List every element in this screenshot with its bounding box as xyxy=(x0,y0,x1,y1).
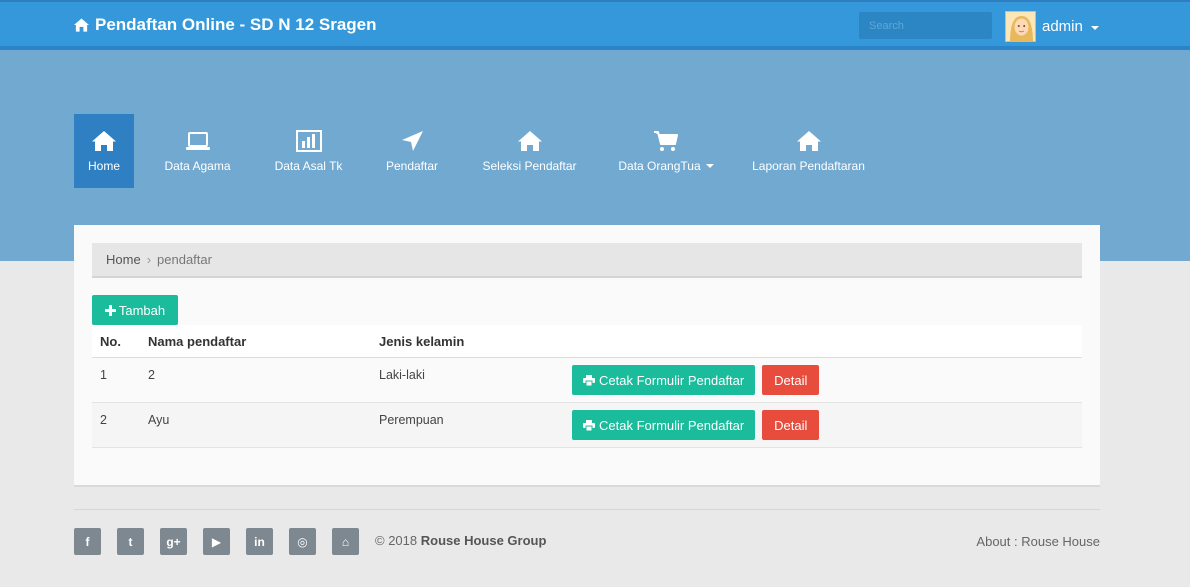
cell-nama: Ayu xyxy=(148,413,170,427)
nav-label: Data Asal Tk xyxy=(274,159,343,173)
content-card: Home › pendaftar Tambah No. Nama pendaft… xyxy=(74,225,1100,485)
plus-icon xyxy=(104,304,116,316)
pendaftar-table: No. Nama pendaftar Jenis kelamin 1 2 Lak… xyxy=(92,325,1082,448)
header-nama: Nama pendaftar xyxy=(148,333,247,349)
nav-pendaftar[interactable]: Pendaftar xyxy=(356,114,468,188)
home-icon xyxy=(92,131,116,151)
detail-button[interactable]: Detail xyxy=(762,365,820,395)
cetak-formulir-button[interactable]: Cetak Formulir Pendaftar xyxy=(572,410,756,440)
nav-label: Pendaftar xyxy=(385,159,439,173)
bar-chart-icon xyxy=(295,130,322,152)
home-icon xyxy=(517,131,542,151)
linkedin-icon[interactable]: in xyxy=(246,528,273,555)
brand-title: Pendaftan Online - SD N 12 Sragen xyxy=(95,15,377,34)
breadcrumb-current: pendaftar xyxy=(157,252,212,267)
social-links: f t g+ ▶ in ◎ ⌂ xyxy=(74,528,359,555)
nav-seleksi-pendaftar[interactable]: Seleksi Pendaftar xyxy=(468,114,591,188)
instagram-icon[interactable]: ◎ xyxy=(289,528,316,555)
chevron-down-icon xyxy=(705,164,714,168)
nav-label: Data OrangTua xyxy=(618,159,701,173)
cell-no: 2 xyxy=(100,413,107,427)
table-row: 1 2 Laki-laki Cetak Formulir Pendaftar D… xyxy=(92,358,1082,403)
location-arrow-icon xyxy=(402,131,423,151)
about-link[interactable]: About : Rouse House xyxy=(976,534,1100,549)
copyright-org: Rouse House Group xyxy=(420,533,547,548)
nav-label: Laporan Pendaftaran xyxy=(752,159,865,173)
print-icon xyxy=(583,374,595,386)
avatar xyxy=(1005,11,1036,42)
row-actions: Cetak Formulir Pendaftar Detail xyxy=(572,410,820,440)
print-icon xyxy=(583,419,595,431)
main-nav: Home Data Agama Data Asal Tk Pendaftar S… xyxy=(74,114,876,188)
home-icon xyxy=(796,131,821,151)
cell-jenis-kelamin: Perempuan xyxy=(379,413,444,427)
footer-divider xyxy=(74,509,1100,510)
nav-label: Home xyxy=(87,159,120,173)
search-input[interactable] xyxy=(859,12,992,39)
nav-data-asal-tk[interactable]: Data Asal Tk xyxy=(261,114,356,188)
row-actions: Cetak Formulir Pendaftar Detail xyxy=(572,365,820,395)
nav-data-agama[interactable]: Data Agama xyxy=(134,114,261,188)
header-jenis-kelamin: Jenis kelamin xyxy=(379,333,465,349)
nav-home[interactable]: Home xyxy=(74,114,134,188)
cetak-formulir-button[interactable]: Cetak Formulir Pendaftar xyxy=(572,365,756,395)
youtube-icon[interactable]: ▶ xyxy=(203,528,230,555)
cell-no: 1 xyxy=(100,368,107,382)
brand[interactable]: Pendaftan Online - SD N 12 Sragen xyxy=(74,15,377,35)
cetak-label: Cetak Formulir Pendaftar xyxy=(599,372,745,388)
nav-data-orangtua[interactable]: Data OrangTua xyxy=(591,114,741,188)
cell-jenis-kelamin: Laki-laki xyxy=(379,368,425,382)
nav-label-row: Data OrangTua xyxy=(618,159,714,173)
twitter-icon[interactable]: t xyxy=(117,528,144,555)
username: admin xyxy=(1042,18,1083,35)
home-icon xyxy=(74,18,89,32)
chevron-right-icon: › xyxy=(146,252,152,267)
facebook-icon[interactable]: f xyxy=(74,528,101,555)
table-header: No. Nama pendaftar Jenis kelamin xyxy=(92,325,1082,358)
cell-nama: 2 xyxy=(148,368,155,382)
cetak-label: Cetak Formulir Pendaftar xyxy=(599,417,745,433)
shopping-cart-icon xyxy=(654,131,678,151)
chevron-down-icon xyxy=(1090,25,1099,30)
copyright: © 2018 Rouse House Group xyxy=(375,533,546,548)
detail-button[interactable]: Detail xyxy=(762,410,820,440)
header-no: No. xyxy=(100,333,121,349)
nav-label: Data Agama xyxy=(164,159,231,173)
top-navbar: Pendaftan Online - SD N 12 Sragen admin xyxy=(0,0,1190,50)
nav-label: Seleksi Pendaftar xyxy=(482,159,577,173)
breadcrumb: Home › pendaftar xyxy=(92,243,1082,276)
nav-laporan-pendaftaran[interactable]: Laporan Pendaftaran xyxy=(741,114,876,188)
table-row: 2 Ayu Perempuan Cetak Formulir Pendaftar… xyxy=(92,403,1082,448)
copyright-prefix: © 2018 xyxy=(375,533,418,548)
breadcrumb-home[interactable]: Home xyxy=(106,252,141,267)
tambah-button[interactable]: Tambah xyxy=(92,295,178,325)
user-menu[interactable]: admin xyxy=(1005,11,1099,42)
google-plus-icon[interactable]: g+ xyxy=(160,528,187,555)
tambah-label: Tambah xyxy=(118,302,166,318)
github-icon[interactable]: ⌂ xyxy=(332,528,359,555)
laptop-icon xyxy=(185,132,210,150)
